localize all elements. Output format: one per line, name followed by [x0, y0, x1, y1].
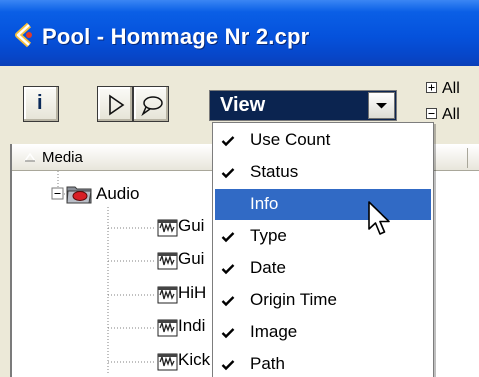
loop-button[interactable]: [133, 86, 169, 122]
audio-clip-icon: [157, 219, 178, 237]
menu-item-info[interactable]: Info: [215, 189, 431, 220]
mouse-pointer-icon: [368, 201, 390, 235]
play-button[interactable]: [97, 86, 133, 122]
info-button-label: i: [37, 92, 43, 114]
window-frame-left-edge: [10, 144, 12, 377]
audio-clip-icon: [157, 252, 178, 270]
loop-icon: [141, 96, 163, 117]
sort-ascending-icon: [24, 152, 36, 162]
menu-item-label: Use Count: [250, 130, 331, 149]
clip-label[interactable]: Gui: [178, 216, 204, 236]
checkmark-icon: [221, 136, 235, 147]
audio-clip-icon: [157, 286, 178, 304]
audio-clip-icon: [157, 353, 178, 371]
menu-item-image[interactable]: Image: [215, 317, 431, 348]
view-select[interactable]: View: [209, 90, 397, 121]
view-menu: Use Count Status Info Type Date Origin T…: [212, 122, 434, 377]
expand-all-label: All: [442, 80, 460, 97]
menu-item-type[interactable]: Type: [215, 221, 431, 252]
checkmark-icon: [221, 328, 235, 339]
menu-item-label: Image: [250, 322, 298, 341]
plus-box-icon: [426, 82, 437, 93]
menu-item-date[interactable]: Date: [215, 253, 431, 284]
cubase-logo-icon: [15, 22, 32, 48]
audio-clip-icon: [157, 319, 178, 337]
checkmark-icon: [221, 264, 235, 275]
window-title: Pool - Hommage Nr 2.cpr: [42, 24, 310, 49]
play-icon: [109, 94, 125, 116]
menu-item-label: Type: [250, 226, 287, 245]
clip-label[interactable]: Gui: [178, 249, 204, 269]
window-frame-left: [0, 144, 10, 377]
clip-label[interactable]: HiH: [178, 283, 206, 303]
media-column-title: Media: [42, 149, 83, 166]
checkmark-icon: [221, 232, 235, 243]
menu-item-origin-time[interactable]: Origin Time: [215, 285, 431, 316]
clip-label[interactable]: Kick: [178, 350, 210, 370]
info-button[interactable]: i: [23, 86, 59, 122]
pool-window: Pool - Hommage Nr 2.cpr i View All All M…: [0, 0, 479, 377]
clip-label[interactable]: Indi: [178, 316, 205, 336]
checkmark-icon: [221, 296, 235, 307]
minus-box-icon: [426, 108, 437, 119]
menu-item-label: Status: [250, 162, 299, 181]
menu-item-path[interactable]: Path: [215, 349, 431, 377]
menu-item-label: Path: [250, 354, 285, 373]
menu-item-status[interactable]: Status: [215, 157, 431, 188]
view-dropdown-button[interactable]: [368, 92, 395, 119]
title-bar[interactable]: Pool - Hommage Nr 2.cpr: [0, 0, 479, 66]
collapse-all-label: All: [442, 106, 460, 123]
menu-item-use-count[interactable]: Use Count: [215, 125, 431, 156]
menu-item-label: Origin Time: [250, 290, 337, 309]
chevron-down-icon: [376, 103, 387, 109]
column-separator: [467, 148, 468, 168]
menu-item-label: Info: [250, 194, 279, 213]
view-select-value: View: [220, 94, 266, 116]
checkmark-icon: [221, 168, 235, 179]
audio-folder-icon: [66, 186, 92, 204]
checkmark-icon: [221, 360, 235, 371]
menu-item-label: Date: [250, 258, 286, 277]
audio-folder-label[interactable]: Audio: [96, 184, 139, 204]
